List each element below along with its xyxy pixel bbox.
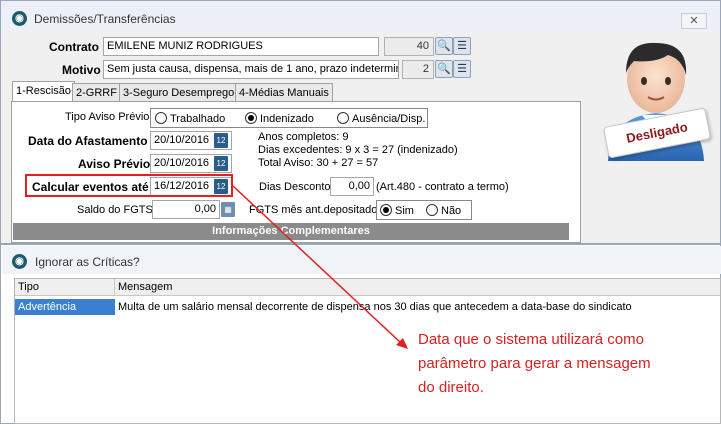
column-mensagem[interactable]: Mensagem bbox=[115, 279, 715, 295]
row-mensagem[interactable]: Multa de um salário mensal decorrente de… bbox=[115, 299, 719, 315]
dias-desconto-note: (Art.480 - contrato a termo) bbox=[376, 181, 509, 193]
radio-ausencia[interactable]: Ausência/Disp. bbox=[337, 112, 425, 125]
motivo-label: Motivo bbox=[62, 63, 101, 77]
saldo-fgts-field[interactable]: 0,00 bbox=[152, 200, 220, 219]
fgts-mes-radiogroup: Sim Não bbox=[376, 200, 472, 220]
app-icon: ◉ bbox=[12, 254, 27, 269]
window-title: Demissões/Transferências bbox=[34, 12, 176, 26]
grid-header: Tipo Mensagem bbox=[15, 279, 720, 296]
row-tipo[interactable]: Advertência bbox=[15, 299, 115, 315]
contrato-field[interactable]: EMILENE MUNIZ RODRIGUES bbox=[103, 37, 379, 56]
radio-ausencia-label: Ausência/Disp. bbox=[352, 113, 426, 125]
dias-desconto-label: Dias Desconto bbox=[259, 181, 331, 193]
calendar-icon[interactable]: 12 bbox=[214, 156, 228, 171]
close-button[interactable]: ✕ bbox=[681, 13, 707, 29]
radio-sim[interactable]: Sim bbox=[380, 204, 414, 217]
title-bar: ◉ Demissões/Transferências ✕ bbox=[1, 1, 720, 34]
aviso-previo-label: Aviso Prévio bbox=[78, 157, 151, 171]
column-tipo[interactable]: Tipo bbox=[15, 279, 115, 295]
highlight-box bbox=[25, 174, 233, 197]
list-icon[interactable]: ☰ bbox=[453, 60, 471, 78]
app-icon: ◉ bbox=[12, 11, 27, 26]
dialog-title-bar: ◉ Ignorar as Críticas? bbox=[2, 246, 721, 274]
annotation-line-1: Data que o sistema utilizará como bbox=[418, 331, 644, 348]
radio-trabalhado-label: Trabalhado bbox=[170, 113, 226, 125]
search-icon[interactable]: 🔍 bbox=[435, 60, 453, 78]
radio-trabalhado[interactable]: Trabalhado bbox=[155, 112, 225, 125]
table-row[interactable]: Advertência Multa de um salário mensal d… bbox=[15, 299, 720, 315]
list-icon[interactable]: ☰ bbox=[453, 37, 471, 55]
dialog-title: Ignorar as Críticas? bbox=[35, 255, 140, 269]
motivo-field[interactable]: Sem justa causa, dispensa, mais de 1 ano… bbox=[103, 60, 399, 79]
contrato-code[interactable]: 40 bbox=[384, 37, 434, 56]
main-window: ◉ Demissões/Transferências ✕ Contrato EM… bbox=[0, 0, 721, 244]
summary-anos: Anos completos: 9 bbox=[258, 131, 349, 143]
aviso-tipo-radiogroup: Trabalhado Indenizado Ausência/Disp. bbox=[150, 108, 428, 128]
data-afastamento-label: Data do Afastamento bbox=[28, 134, 148, 148]
summary-dias-excedentes: Dias excedentes: 9 x 3 = 27 (indenizado) bbox=[258, 144, 458, 156]
radio-nao-label: Não bbox=[441, 205, 462, 217]
annotation-line-2: parâmetro para gerar a mensagem bbox=[418, 355, 651, 372]
radio-sim-label: Sim bbox=[395, 205, 414, 217]
annotation-line-3: do direito. bbox=[418, 379, 484, 396]
fgts-mes-label: FGTS mês ant.depositado bbox=[249, 204, 378, 216]
info-complementares-bar[interactable]: Informações Complementares bbox=[13, 223, 569, 240]
dias-desconto-field[interactable]: 0,00 bbox=[330, 177, 374, 196]
aviso-tipo-label: Tipo Aviso Prévio bbox=[65, 111, 150, 123]
calendar-icon[interactable]: 12 bbox=[214, 133, 228, 148]
annotation-text: Data que o sistema utilizará como parâme… bbox=[418, 328, 698, 400]
radio-indenizado-label: Indenizado bbox=[260, 113, 314, 125]
contrato-label: Contrato bbox=[49, 40, 99, 54]
radio-nao[interactable]: Não bbox=[426, 204, 461, 217]
saldo-fgts-label: Saldo do FGTS bbox=[77, 204, 153, 216]
motivo-code[interactable]: 2 bbox=[402, 60, 434, 79]
summary-total-aviso: Total Aviso: 30 + 27 = 57 bbox=[258, 157, 379, 169]
radio-indenizado[interactable]: Indenizado bbox=[245, 112, 314, 125]
calculator-icon[interactable]: ▦ bbox=[221, 202, 235, 217]
search-icon[interactable]: 🔍 bbox=[435, 37, 453, 55]
